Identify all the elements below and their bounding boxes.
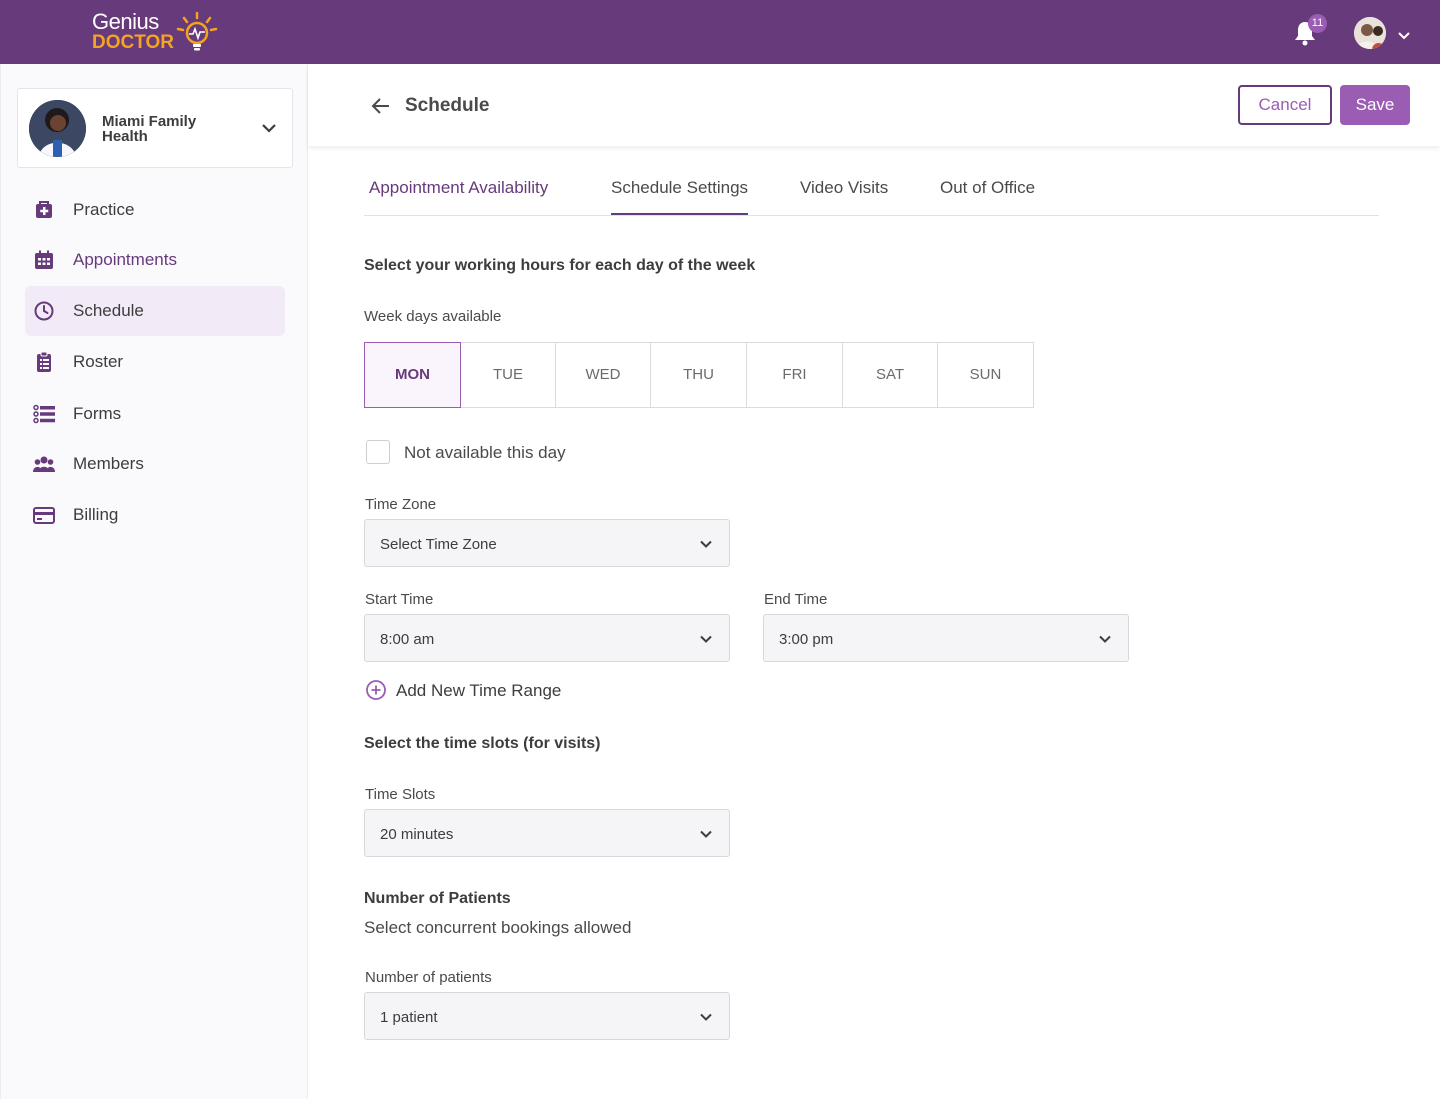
weekday-selector: MON TUE WED THU FRI SAT SUN (364, 342, 1034, 408)
chevron-down-icon (262, 124, 276, 133)
sidebar-item-roster[interactable]: Roster (25, 337, 285, 387)
day-tue[interactable]: TUE (460, 342, 556, 408)
save-button[interactable]: Save (1340, 85, 1410, 125)
start-time-value: 8:00 am (380, 631, 435, 648)
settings-tabs: Appointment Availability Schedule Settin… (364, 164, 1379, 216)
organization-avatar (29, 100, 86, 157)
sidebar-item-label: Members (73, 454, 144, 473)
chevron-down-icon (700, 540, 712, 548)
sidebar-item-practice[interactable]: Practice (25, 185, 285, 235)
sidebar-item-label: Roster (73, 352, 124, 371)
patients-subtitle: Select concurrent bookings allowed (364, 918, 632, 937)
time-slots-title: Select the time slots (for visits) (364, 735, 601, 752)
end-time-label: End Time (764, 591, 828, 608)
day-thu[interactable]: THU (650, 342, 747, 408)
end-time-value: 3:00 pm (779, 631, 834, 648)
timezone-value: Select Time Zone (380, 536, 497, 553)
end-time-select[interactable]: 3:00 pm (763, 614, 1129, 662)
lightbulb-icon (176, 11, 218, 51)
page-title: Schedule (405, 95, 490, 116)
back-arrow-icon[interactable] (370, 95, 392, 117)
sidebar-item-billing[interactable]: Billing (25, 490, 285, 540)
time-slots-label: Time Slots (365, 786, 436, 803)
patients-title: Number of Patients (364, 890, 511, 907)
cancel-button[interactable]: Cancel (1238, 85, 1332, 125)
notification-count-badge: 11 (1308, 14, 1327, 33)
start-time-select[interactable]: 8:00 am (364, 614, 730, 662)
credit-card-icon (33, 507, 55, 524)
tab-schedule-settings[interactable]: Schedule Settings (611, 178, 749, 215)
sidebar-item-label: Forms (73, 404, 122, 423)
sidebar-item-label: Schedule (73, 301, 144, 320)
patients-value: 1 patient (380, 1009, 438, 1026)
sidebar-item-label: Practice (73, 200, 135, 219)
sidebar-item-label: Billing (73, 505, 119, 524)
day-fri[interactable]: FRI (746, 342, 843, 408)
timezone-select[interactable]: Select Time Zone (364, 519, 730, 567)
account-menu-chevron-icon[interactable] (1396, 27, 1412, 43)
time-slots-value: 20 minutes (380, 826, 454, 843)
weekdays-label: Week days available (364, 308, 502, 325)
organization-name: Miami Family Health (102, 113, 197, 145)
clipboard-icon (37, 351, 51, 372)
sidebar-item-forms[interactable]: Forms (25, 389, 285, 439)
chevron-down-icon (700, 830, 712, 838)
logo-text-line2: DOCTOR (92, 32, 174, 53)
sidebar-item-members[interactable]: Members (25, 439, 285, 489)
start-time-label: Start Time (365, 591, 434, 608)
page-header: Schedule Cancel Save (308, 64, 1440, 146)
calendar-icon (35, 250, 53, 269)
time-slots-select[interactable]: 20 minutes (364, 809, 730, 857)
chevron-down-icon (700, 1013, 712, 1021)
add-time-range-button[interactable]: Add New Time Range (365, 679, 585, 703)
tab-appointment-availability[interactable]: Appointment Availability (369, 178, 548, 215)
members-icon (33, 456, 55, 472)
working-hours-title: Select your working hours for each day o… (364, 257, 756, 274)
plus-circle-icon (366, 680, 386, 700)
day-wed[interactable]: WED (555, 342, 651, 408)
patients-select[interactable]: 1 patient (364, 992, 730, 1040)
clock-icon (34, 301, 54, 321)
sidebar-item-schedule[interactable]: Schedule (25, 286, 285, 336)
not-available-label: Not available this day (404, 443, 566, 462)
organization-switcher[interactable]: Miami Family Health (17, 88, 293, 168)
day-mon[interactable]: MON (364, 342, 461, 408)
add-time-range-label: Add New Time Range (396, 681, 562, 700)
not-available-checkbox[interactable] (366, 440, 390, 464)
sidebar-item-label: Appointments (73, 250, 177, 269)
medical-bag-icon (36, 201, 52, 218)
chevron-down-icon (1099, 635, 1111, 643)
tab-out-of-office[interactable]: Out of Office (940, 178, 1035, 215)
timezone-label: Time Zone (365, 496, 437, 513)
patients-label: Number of patients (365, 969, 492, 986)
day-sat[interactable]: SAT (842, 342, 938, 408)
sidebar-item-appointments[interactable]: Appointments (25, 235, 285, 285)
user-avatar[interactable] (1354, 17, 1386, 49)
tab-video-visits[interactable]: Video Visits (800, 178, 888, 215)
genius-doctor-logo[interactable]: Genius DOCTOR (92, 9, 222, 55)
sidebar: Miami Family Health Practice Appointment… (0, 64, 308, 1099)
list-icon (33, 404, 55, 424)
day-sun[interactable]: SUN (937, 342, 1034, 408)
top-bar: Genius DOCTOR 11 (0, 0, 1440, 64)
chevron-down-icon (700, 635, 712, 643)
